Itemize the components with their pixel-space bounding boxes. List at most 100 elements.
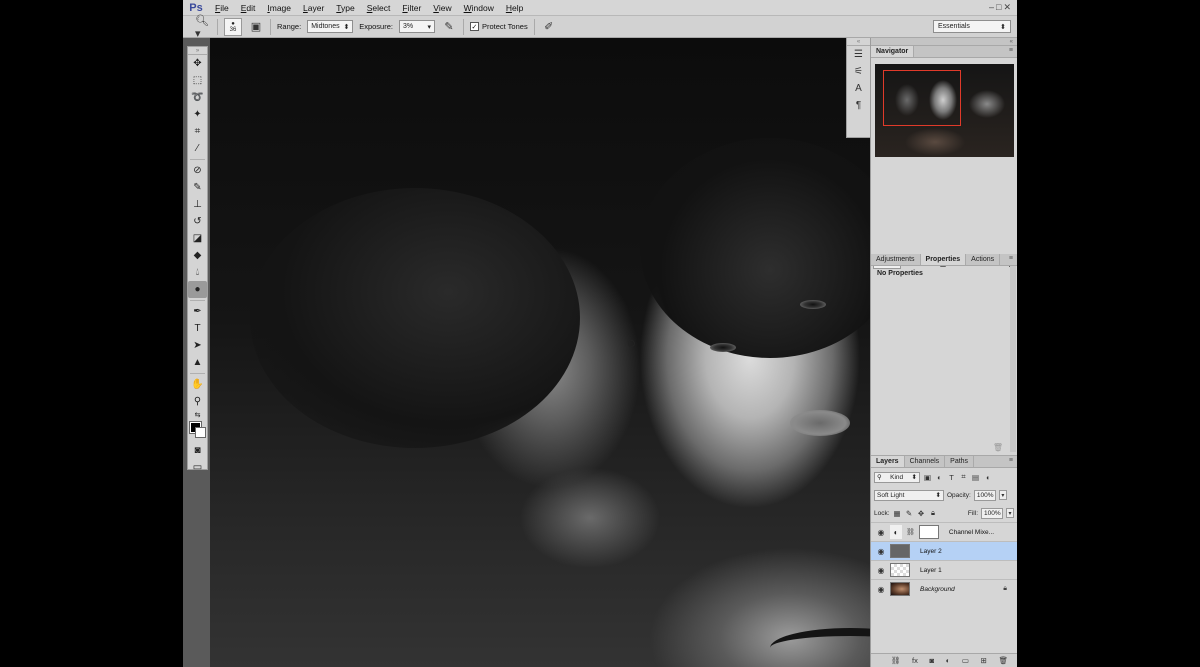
shape-tool-icon[interactable]: ▲ — [188, 354, 207, 371]
paint-bucket-tool-icon[interactable]: ◆ — [188, 247, 207, 264]
menu-filter[interactable]: Filter — [396, 3, 427, 13]
layer-row-layer-2[interactable]: ◉ Layer 2 — [871, 541, 1017, 560]
eyedropper-tool-icon[interactable]: ⁄ — [188, 140, 207, 157]
eraser-tool-icon[interactable]: ◪ — [188, 230, 207, 247]
tab-navigator[interactable]: Navigator — [871, 46, 915, 57]
menu-type[interactable]: Type — [330, 3, 360, 13]
blend-mode-select[interactable]: Soft Light ⬍ — [874, 489, 944, 501]
maximize-button[interactable]: □ — [996, 2, 1001, 13]
tab-channels[interactable]: Channels — [905, 456, 946, 467]
panel-menu-icon[interactable]: ≡ — [1009, 457, 1013, 464]
lock-all-icon[interactable]: 🔒︎ — [929, 508, 938, 518]
tab-layers[interactable]: Layers — [871, 456, 905, 467]
menu-image[interactable]: Image — [261, 3, 297, 13]
adjustment-filter-icon[interactable]: ◐ — [935, 473, 944, 482]
menu-edit[interactable]: Edit — [235, 3, 262, 13]
panel-menu-icon[interactable]: ≡ — [1009, 47, 1013, 54]
visibility-eye-icon[interactable]: ◉ — [876, 547, 886, 556]
marquee-tool-icon[interactable]: ⬚ — [188, 72, 207, 89]
new-adjustment-icon[interactable]: ◐ — [946, 656, 951, 665]
tab-adjustments[interactable]: Adjustments — [871, 254, 921, 265]
pixel-filter-icon[interactable]: ▣ — [923, 473, 932, 482]
properties-scrollbar[interactable] — [1010, 266, 1016, 452]
navigator-thumbnail[interactable] — [875, 64, 1014, 157]
delete-layer-icon[interactable]: 🗑︎ — [999, 656, 1009, 665]
menu-window[interactable]: Window — [458, 3, 500, 13]
panel-grip[interactable]: » — [188, 47, 207, 55]
range-select[interactable]: Midtones ⬍ — [307, 20, 354, 33]
tab-paths[interactable]: Paths — [945, 456, 975, 467]
lasso-tool-icon[interactable]: ➰ — [188, 89, 207, 106]
panel-topbar[interactable]: « — [871, 38, 1017, 46]
lock-transparent-icon[interactable]: ▦ — [893, 509, 902, 518]
color-swatches[interactable] — [188, 420, 207, 442]
path-selection-tool-icon[interactable]: ➤ — [188, 337, 207, 354]
quick-selection-tool-icon[interactable]: ✦ — [188, 106, 207, 123]
tool-presets-icon[interactable]: ⚟ — [847, 63, 870, 80]
type-filter-icon[interactable]: T — [947, 473, 956, 482]
brush-tool-icon[interactable]: ✎ — [188, 179, 207, 196]
character-panel-icon[interactable]: A — [847, 80, 870, 97]
menu-layer[interactable]: Layer — [297, 3, 330, 13]
document-canvas[interactable] — [210, 38, 870, 667]
layer-row-channel-mixer[interactable]: ◉ ◐ ⛓ Channel Mixe... — [871, 522, 1017, 541]
minimize-button[interactable]: – — [989, 2, 994, 13]
panel-grip[interactable]: « — [847, 38, 870, 46]
paragraph-panel-icon[interactable]: ¶ — [847, 97, 870, 114]
close-button[interactable]: ✕ — [1003, 2, 1011, 13]
lock-position-icon[interactable]: ✥ — [917, 509, 926, 518]
layer-style-icon[interactable]: fx — [912, 656, 918, 665]
menu-help[interactable]: Help — [500, 3, 529, 13]
workspace-select[interactable]: Essentials ⬍ — [933, 20, 1011, 33]
chevron-down-icon[interactable]: ▾ — [998, 490, 1007, 500]
link-layers-icon[interactable]: ⛓ — [891, 656, 901, 665]
healing-brush-tool-icon[interactable]: ⊘ — [188, 162, 207, 179]
add-mask-icon[interactable]: ◙ — [930, 656, 935, 665]
history-brush-tool-icon[interactable]: ↺ — [188, 213, 207, 230]
chevron-down-icon[interactable]: ▾ — [1006, 508, 1014, 518]
layer-row-background[interactable]: ◉ Background 🔒︎ — [871, 579, 1017, 598]
layer-kind-filter[interactable]: ⚲ Kind ⬍ — [874, 471, 920, 483]
menu-file[interactable]: File — [209, 3, 235, 13]
crop-tool-icon[interactable]: ⌗ — [188, 123, 207, 140]
fill-field[interactable]: 100% — [981, 507, 1003, 519]
menu-select[interactable]: Select — [361, 3, 397, 13]
exposure-field[interactable]: 3% ▾ — [398, 20, 435, 33]
shape-filter-icon[interactable]: ⌗ — [959, 472, 968, 482]
protect-tones-checkbox[interactable]: ✓ — [469, 22, 479, 32]
blur-tool-icon[interactable]: 💧︎ — [188, 264, 207, 281]
tab-actions[interactable]: Actions — [966, 254, 1001, 265]
brush-panel-toggle-icon[interactable]: ▣ — [248, 19, 264, 35]
sponge-tool-icon[interactable]: ● — [188, 281, 207, 298]
clone-stamp-tool-icon[interactable]: ⊥ — [188, 196, 207, 213]
layer-row-layer-1[interactable]: ◉ Layer 1 — [871, 560, 1017, 579]
quick-mask-icon[interactable]: ◙ — [188, 442, 207, 459]
visibility-eye-icon[interactable]: ◉ — [876, 585, 886, 594]
visibility-eye-icon[interactable]: ◉ — [876, 528, 886, 537]
lock-image-icon[interactable]: ✎ — [905, 509, 914, 518]
link-chain-icon[interactable]: ⛓ — [906, 528, 915, 536]
zoom-tool-icon[interactable]: ⚲ — [188, 393, 207, 410]
navigator-view-proxy[interactable] — [883, 70, 961, 126]
brush-preset-picker[interactable]: ● 36 — [224, 17, 242, 36]
smart-object-filter-icon[interactable]: ▤ — [971, 473, 980, 482]
menu-view[interactable]: View — [427, 3, 457, 13]
swap-colors-icon[interactable]: ⇆ — [188, 410, 207, 420]
new-group-icon[interactable]: ▭ — [962, 656, 969, 665]
screen-mode-icon[interactable]: ▭ — [188, 459, 207, 476]
history-panel-icon[interactable]: ☰ — [847, 46, 870, 63]
visibility-eye-icon[interactable]: ◉ — [876, 566, 886, 575]
panel-menu-icon[interactable]: ≡ — [1009, 255, 1013, 262]
new-layer-icon[interactable]: ⊞ — [981, 656, 987, 665]
pen-tool-icon[interactable]: ✒ — [188, 303, 207, 320]
type-tool-icon[interactable]: T — [188, 320, 207, 337]
filter-toggle-icon[interactable]: ◖ — [983, 473, 992, 482]
pressure-size-icon[interactable]: ✐ — [541, 19, 557, 35]
opacity-field[interactable]: 100% — [973, 489, 996, 501]
tab-properties[interactable]: Properties — [920, 254, 967, 265]
background-color-swatch[interactable] — [195, 427, 206, 438]
airbrush-icon[interactable]: ✎ — [441, 19, 457, 35]
hand-tool-icon[interactable]: ✋ — [188, 376, 207, 393]
move-tool-icon[interactable]: ✥ — [188, 55, 207, 72]
protect-tones-control[interactable]: ✓ Protect Tones — [469, 22, 528, 32]
